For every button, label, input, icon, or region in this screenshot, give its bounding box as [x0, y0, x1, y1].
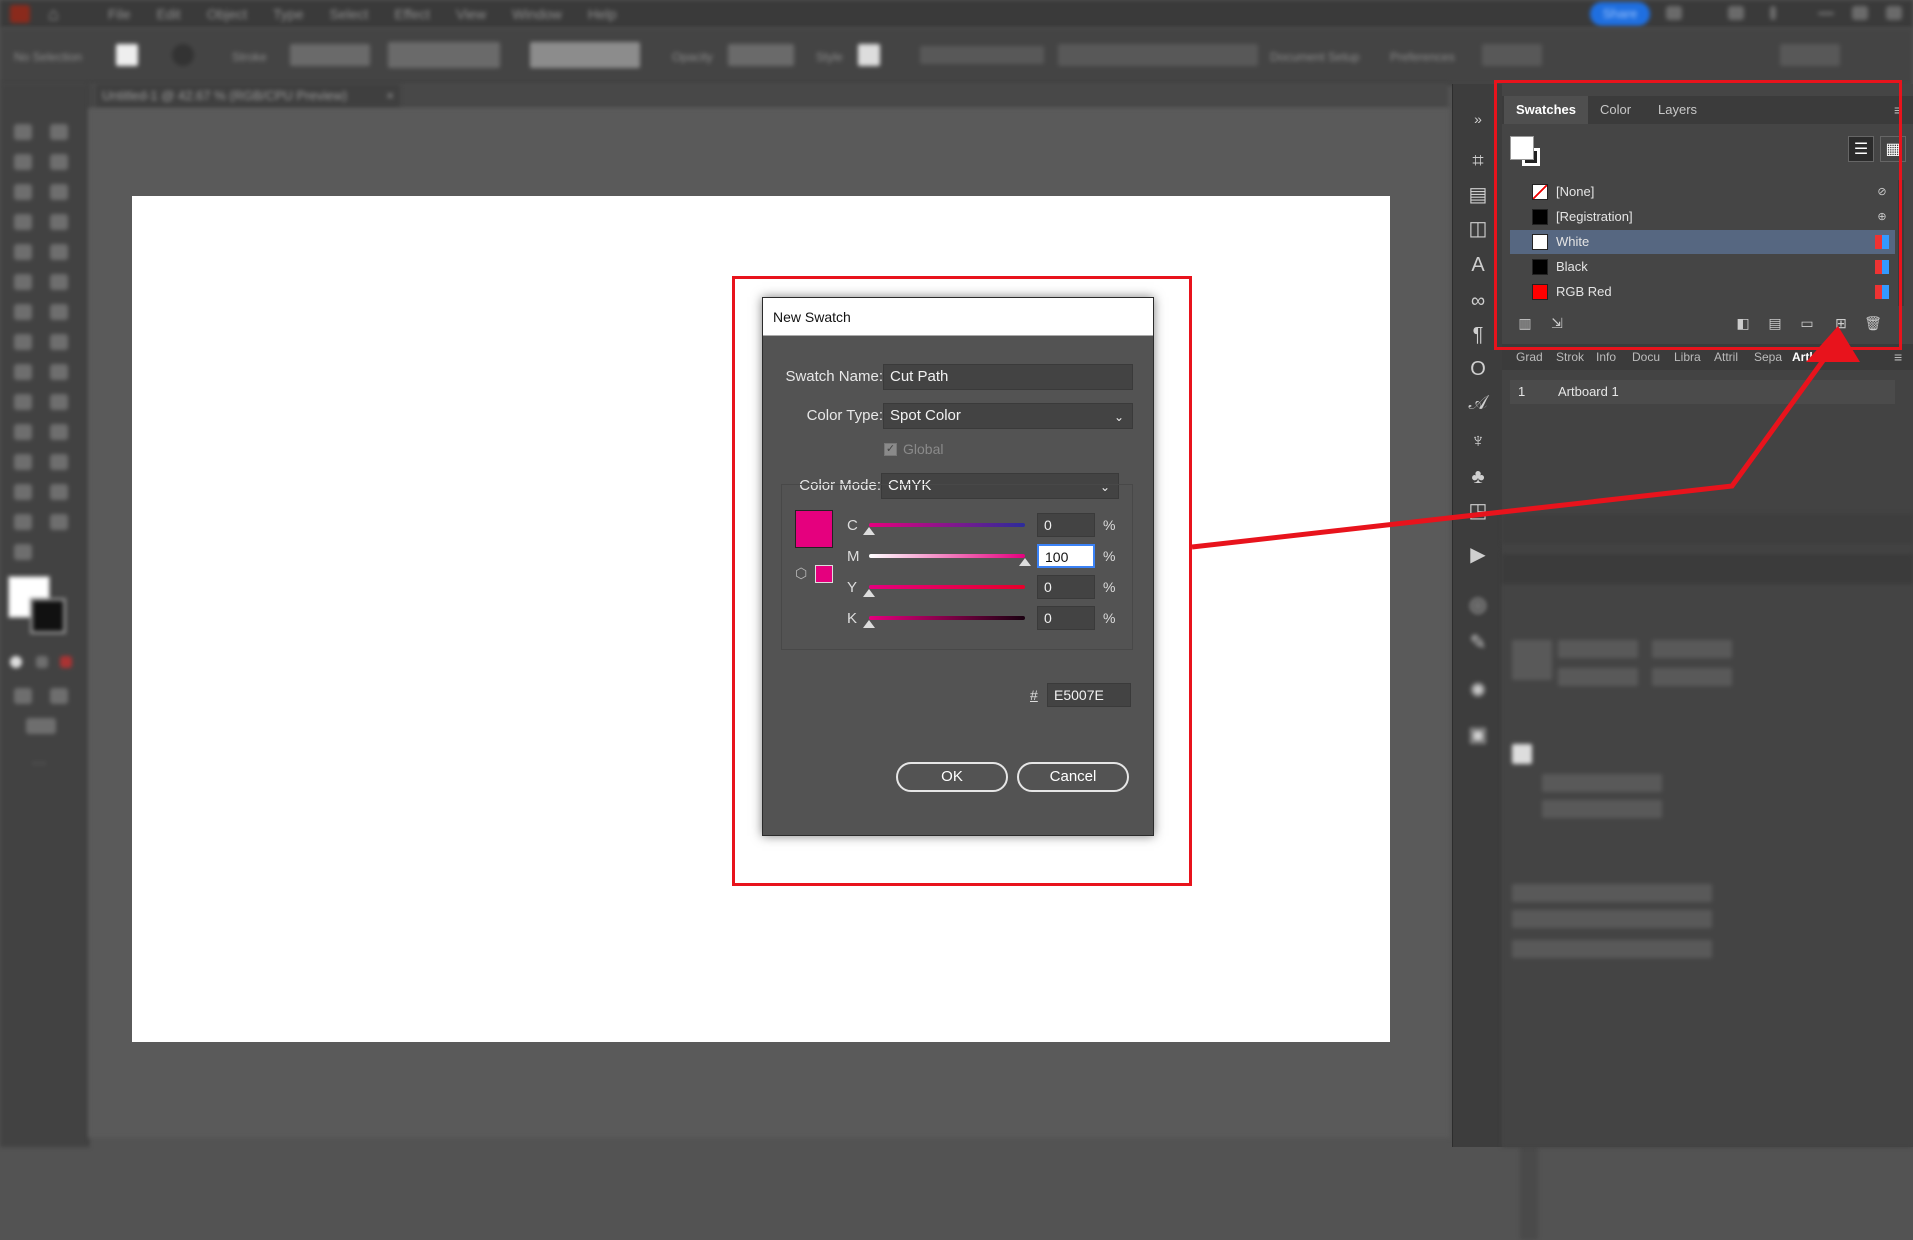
out-of-gamut-icon[interactable]: ⬡	[795, 565, 807, 582]
swatch-name-label: Swatch Name:	[785, 368, 883, 385]
black-input[interactable]: 0	[1037, 606, 1095, 630]
new-swatch-dialog: New Swatch Swatch Name: Cut Path Color T…	[762, 297, 1154, 836]
slider-track-c[interactable]	[869, 523, 1025, 527]
percent-sign: %	[1103, 548, 1116, 564]
dialog-title: New Swatch	[763, 298, 1153, 336]
channel-label-y: Y	[847, 579, 858, 596]
percent-sign: %	[1103, 610, 1116, 626]
percent-sign: %	[1103, 517, 1116, 533]
swatch-name-input[interactable]: Cut Path	[883, 364, 1133, 390]
channel-label-c: C	[847, 517, 858, 534]
global-checkbox[interactable]: ✓	[884, 443, 897, 456]
color-type-select[interactable]: Spot Color ⌄	[883, 403, 1133, 429]
slider-track-k[interactable]	[869, 616, 1025, 620]
web-safe-chip[interactable]	[815, 565, 833, 583]
cyan-input[interactable]: 0	[1037, 513, 1095, 537]
color-type-label: Color Type:	[806, 407, 883, 424]
slider-thumb-c[interactable]	[863, 527, 875, 535]
yellow-input[interactable]: 0	[1037, 575, 1095, 599]
cancel-button[interactable]: Cancel	[1017, 762, 1129, 792]
magenta-input[interactable]: 100	[1037, 544, 1095, 568]
slider-track-y[interactable]	[869, 585, 1025, 589]
global-label: Global	[903, 441, 944, 457]
channel-label-m: M	[847, 548, 860, 565]
slider-thumb-m[interactable]	[1019, 558, 1031, 566]
slider-thumb-k[interactable]	[863, 620, 875, 628]
slider-thumb-y[interactable]	[863, 589, 875, 597]
chevron-down-icon: ⌄	[1113, 410, 1124, 424]
slider-track-m[interactable]	[869, 554, 1025, 558]
swatch-preview	[795, 510, 833, 548]
hex-label: #	[1030, 687, 1038, 703]
ok-button[interactable]: OK	[896, 762, 1008, 792]
arrow-head	[1806, 326, 1860, 362]
arrow-line	[1191, 338, 1841, 550]
hex-input[interactable]: E5007E	[1047, 683, 1131, 707]
color-type-value: Spot Color	[890, 407, 961, 424]
percent-sign: %	[1103, 579, 1116, 595]
channel-label-k: K	[847, 610, 858, 627]
